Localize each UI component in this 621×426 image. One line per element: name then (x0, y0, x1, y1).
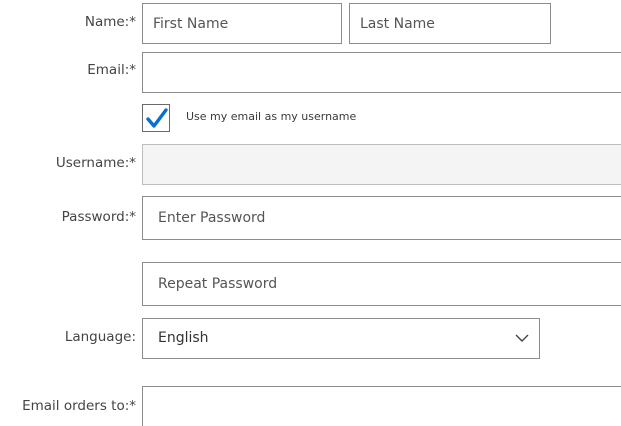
last-name-input[interactable] (349, 3, 551, 44)
use-email-as-username-label: Use my email as my username (186, 110, 357, 123)
name-label: Name:* (85, 14, 136, 30)
email-orders-to-required-mark: * (129, 398, 136, 414)
checkmark-icon (146, 108, 168, 128)
password-required-mark: * (129, 209, 136, 225)
name-label-text: Name: (84, 14, 130, 30)
first-name-input[interactable] (142, 3, 342, 44)
username-label-text: Username: (55, 155, 130, 171)
password-input[interactable] (142, 196, 621, 240)
username-required-mark: * (129, 155, 136, 171)
repeat-password-input[interactable] (142, 262, 621, 306)
email-input[interactable] (142, 52, 621, 93)
name-required-mark: * (129, 14, 136, 30)
email-orders-to-input[interactable] (142, 386, 621, 426)
password-label: Password:* (62, 209, 136, 225)
email-label: Email:* (87, 62, 136, 78)
language-select[interactable]: English (142, 318, 540, 359)
chevron-down-icon (515, 334, 529, 342)
password-label-text: Password: (61, 209, 130, 225)
language-label-text: Language: (64, 329, 136, 345)
email-orders-to-label: Email orders to:* (22, 398, 136, 414)
email-label-text: Email: (87, 62, 130, 78)
language-label: Language: (65, 329, 136, 345)
use-email-as-username-checkbox[interactable] (142, 104, 170, 132)
username-label: Username:* (56, 155, 136, 171)
username-input (142, 144, 621, 185)
language-selected-value: English (158, 330, 209, 346)
email-required-mark: * (129, 62, 136, 78)
email-orders-to-label-text: Email orders to: (22, 398, 130, 414)
